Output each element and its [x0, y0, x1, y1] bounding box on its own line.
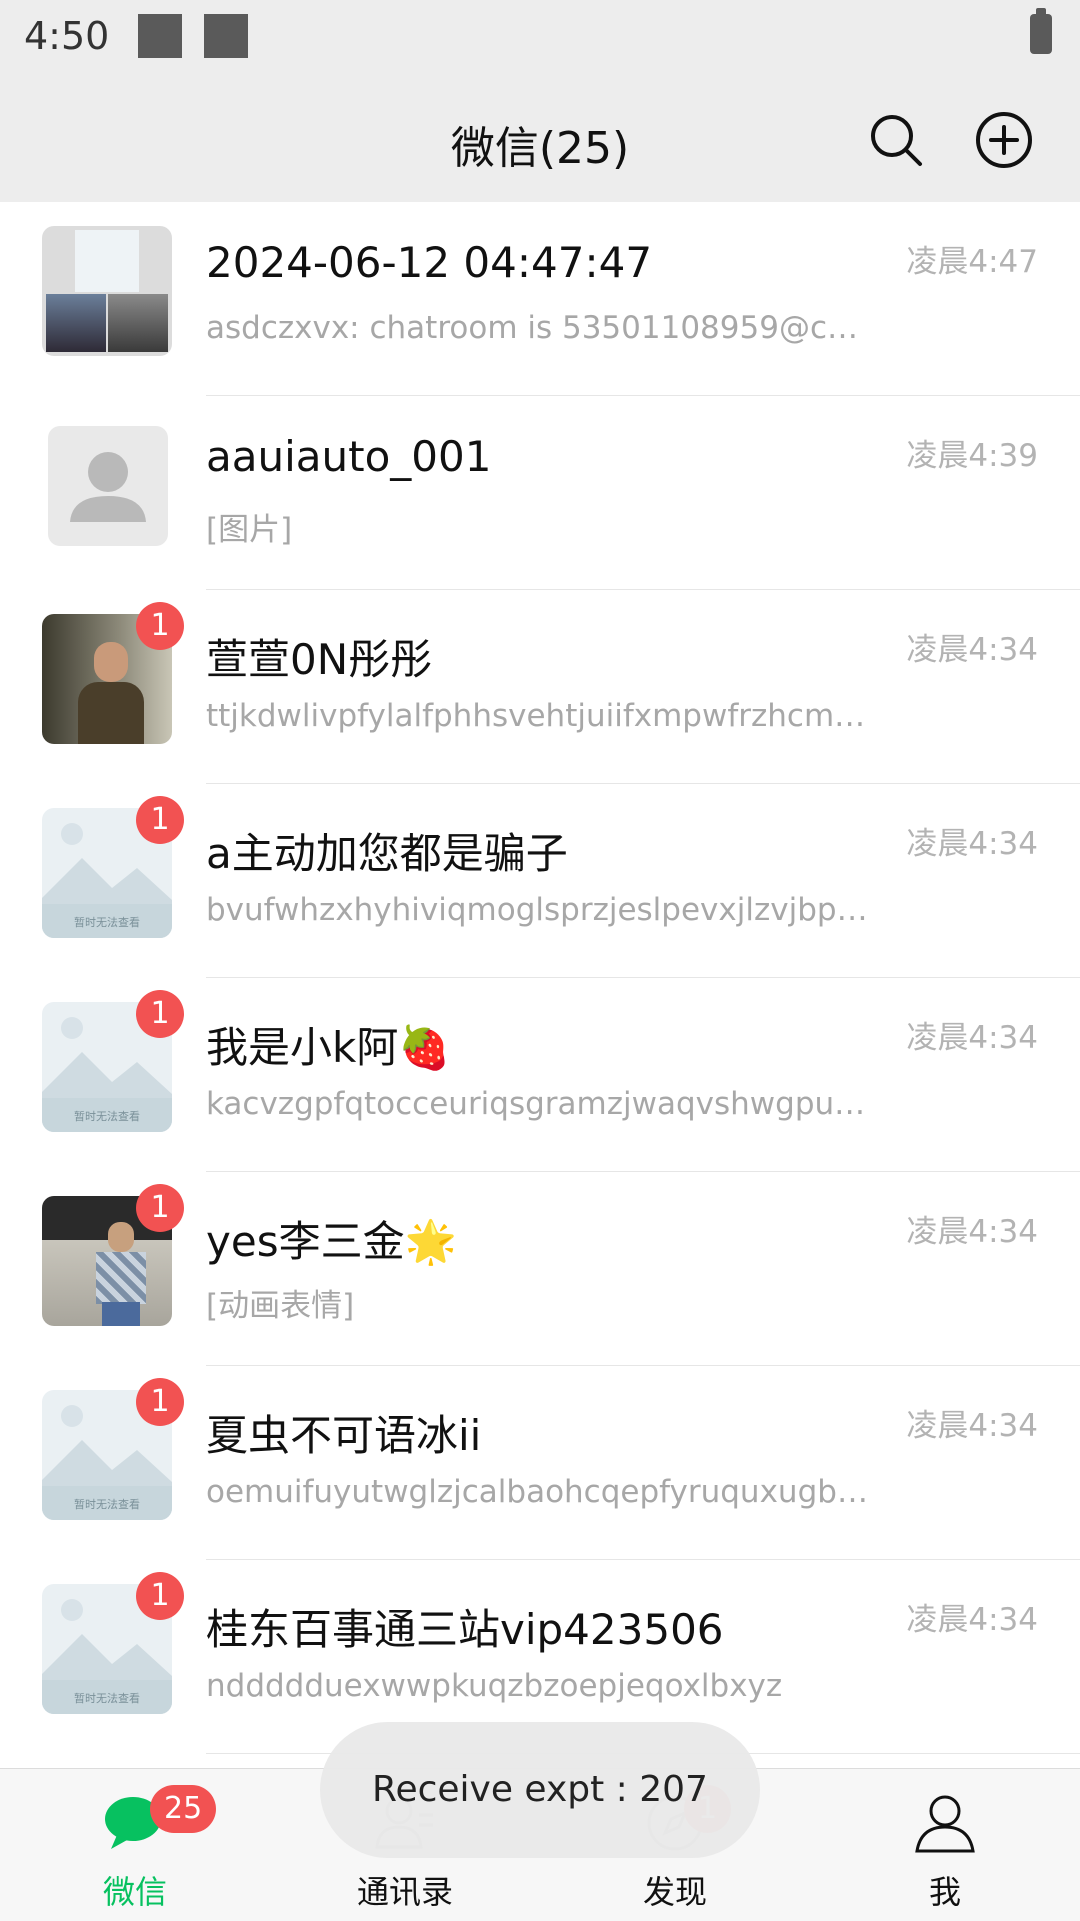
status-time: 4:50	[24, 14, 110, 58]
chat-preview: nddddduexwwpkuqzbzoepjeqoxlbxyz	[206, 1668, 783, 1704]
chat-time: 凌晨4:34	[906, 1214, 1038, 1250]
add-circle-icon[interactable]	[974, 110, 1034, 170]
chat-name: yes李三金🌟	[206, 1217, 457, 1266]
svg-text:暂时无法查看: 暂时无法查看	[74, 1691, 140, 1705]
chat-row[interactable]: 暂时无法查看 1 我是小k阿🍓 kacvzgpfqtocceuriqsgramz…	[0, 978, 1080, 1172]
chat-time: 凌晨4:34	[906, 1408, 1038, 1444]
unread-badge: 1	[136, 796, 184, 844]
chat-time: 凌晨4:47	[906, 244, 1038, 280]
tab-chats[interactable]: 25 微信	[0, 1769, 270, 1921]
chat-row[interactable]: 暂时无法查看 1 夏虫不可语冰ii oemuifuyutwglzjcalbaoh…	[0, 1366, 1080, 1560]
tab-label: 微信	[102, 1873, 167, 1911]
chat-preview: [动画表情]	[206, 1288, 355, 1324]
chat-row[interactable]: 暂时无法查看 1 a主动加您都是骗子 bvufwhzxhyhiviqmoglsp…	[0, 784, 1080, 978]
svg-text:暂时无法查看: 暂时无法查看	[74, 1497, 140, 1511]
chat-time: 凌晨4:34	[906, 1602, 1038, 1638]
chat-preview: ttjkdwlivpfylalfphhsvehtjuiifxmpwfrzhcmv…	[206, 698, 876, 734]
chat-name: 桂东百事通三站vip423506	[206, 1605, 724, 1654]
chat-time: 凌晨4:34	[906, 632, 1038, 668]
toast-message: Receive expt : 207	[320, 1722, 760, 1858]
person-icon	[915, 1795, 975, 1853]
chat-list: 2024-06-12 04:47:47 asdczxvx: chatroom i…	[0, 202, 1080, 1754]
chat-time: 凌晨4:39	[906, 438, 1038, 474]
tab-label: 通讯录	[356, 1873, 453, 1911]
tab-label: 发现	[642, 1873, 707, 1911]
chat-name: 2024-06-12 04:47:47	[206, 238, 653, 287]
chat-preview: kacvzgpfqtocceuriqsgramzjwaqvshwgpuxyz	[206, 1086, 876, 1122]
chat-preview: oemuifuyutwglzjcalbaohcqepfyruquxugbxyz	[206, 1474, 876, 1510]
notification-icon	[204, 14, 248, 58]
search-icon[interactable]	[866, 110, 926, 170]
app-header: 微信(25)	[0, 78, 1080, 202]
svg-text:暂时无法查看: 暂时无法查看	[74, 1109, 140, 1123]
unread-badge: 1	[136, 990, 184, 1038]
unread-badge: 1	[136, 602, 184, 650]
chat-name: 萱萱0N彤彤	[206, 635, 433, 684]
chat-name: 夏虫不可语冰ii	[206, 1411, 482, 1460]
chat-preview: asdczxvx: chatroom is 53501108959@chatro…	[206, 310, 876, 346]
chat-time: 凌晨4:34	[906, 826, 1038, 862]
unread-badge: 1	[136, 1572, 184, 1620]
chat-row[interactable]: 1 yes李三金🌟 [动画表情] 凌晨4:34	[0, 1172, 1080, 1366]
battery-icon	[1030, 8, 1052, 54]
chat-row[interactable]: 1 萱萱0N彤彤 ttjkdwlivpfylalfphhsvehtjuiifxm…	[0, 590, 1080, 784]
default-avatar	[48, 426, 168, 546]
chat-row[interactable]: aauiauto_001 [图片] 凌晨4:39	[0, 396, 1080, 590]
unread-badge: 25	[150, 1785, 217, 1833]
chat-name: 我是小k阿🍓	[206, 1023, 451, 1072]
chat-row[interactable]: 2024-06-12 04:47:47 asdczxvx: chatroom i…	[0, 202, 1080, 396]
tab-me[interactable]: 我	[810, 1769, 1080, 1921]
svg-text:暂时无法查看: 暂时无法查看	[74, 915, 140, 929]
unread-badge: 1	[136, 1378, 184, 1426]
notification-icon	[138, 14, 182, 58]
chat-time: 凌晨4:34	[906, 1020, 1038, 1056]
chat-preview: bvufwhzxhyhiviqmoglsprzjeslpevxjlzvjbpxy…	[206, 892, 876, 928]
group-avatar	[42, 226, 172, 356]
chat-preview: [图片]	[206, 512, 293, 548]
tab-label: 我	[928, 1873, 961, 1911]
unread-badge: 1	[136, 1184, 184, 1232]
status-bar: 4:50	[0, 0, 1080, 78]
person-silhouette-icon	[70, 452, 146, 522]
chat-name: aauiauto_001	[206, 432, 492, 481]
chat-name: a主动加您都是骗子	[206, 829, 568, 878]
